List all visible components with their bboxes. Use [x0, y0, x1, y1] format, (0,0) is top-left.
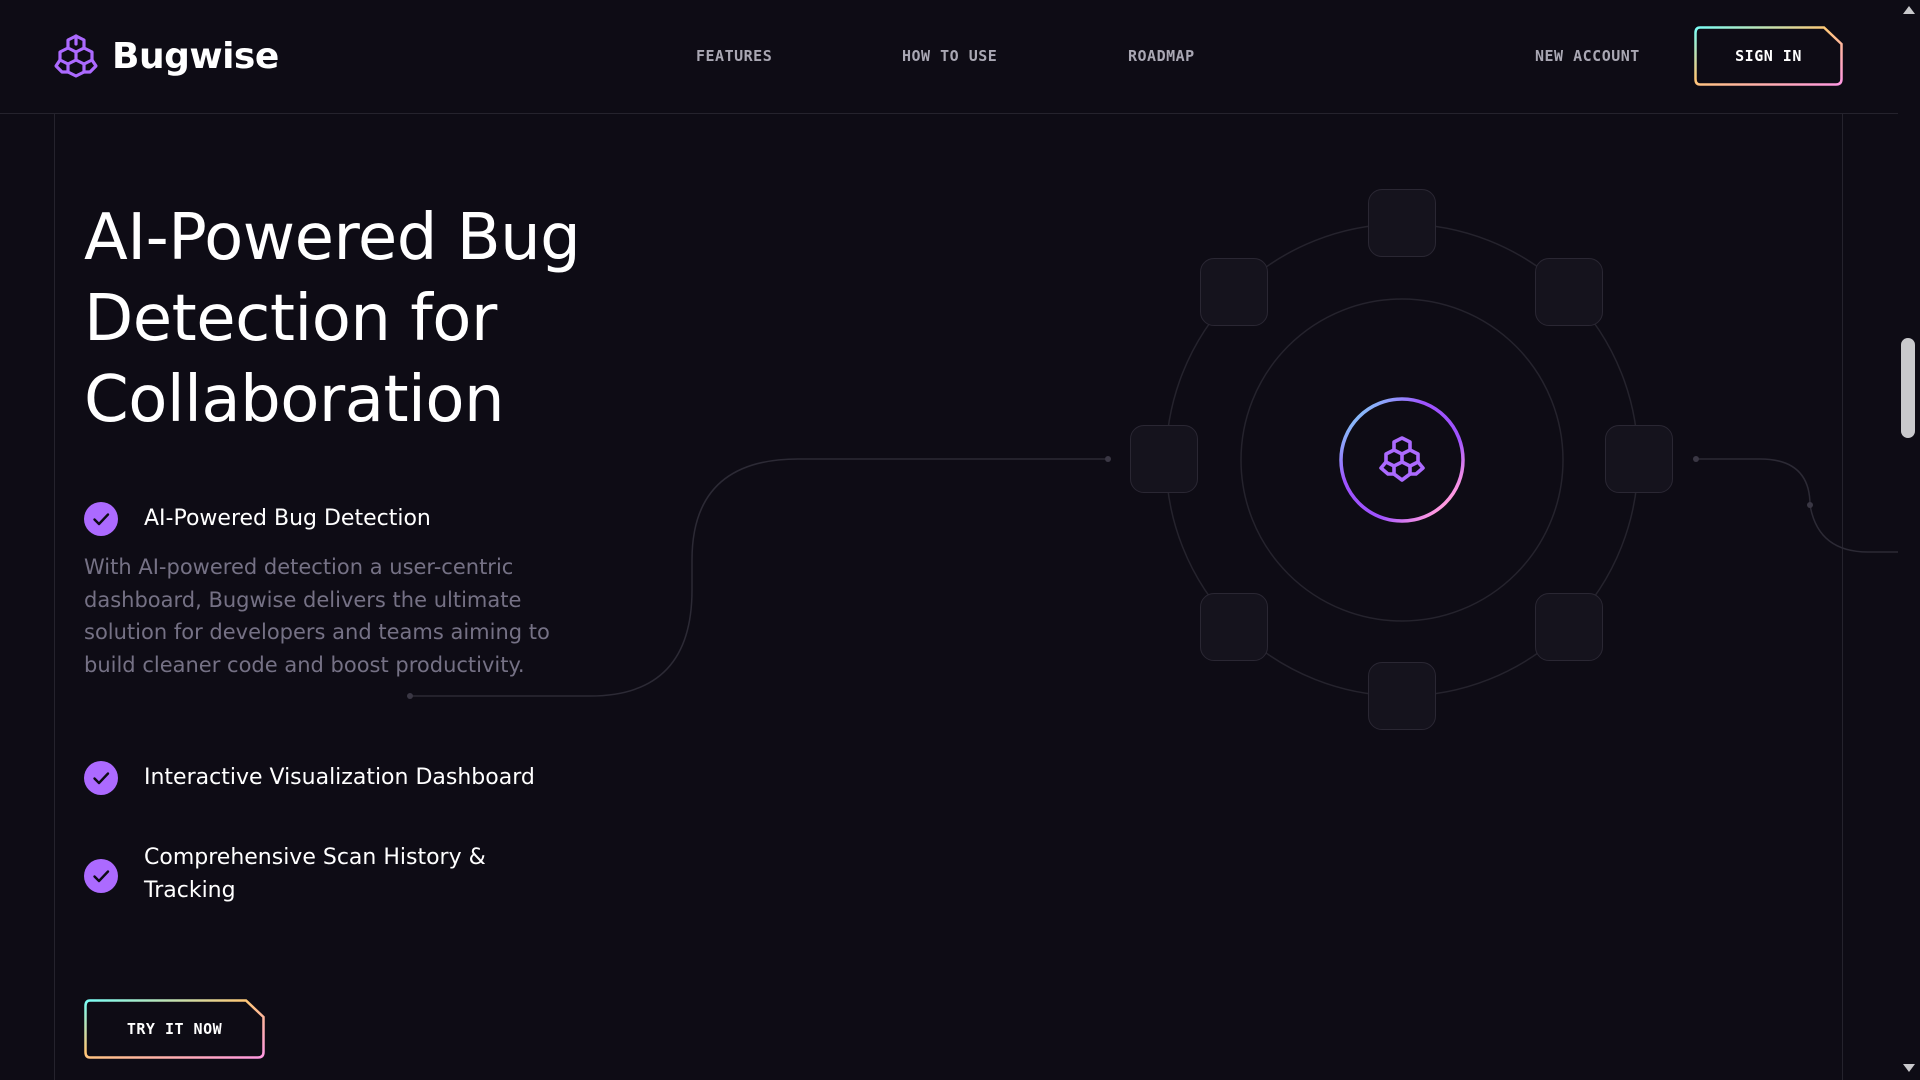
diagram-node-top	[1368, 189, 1436, 257]
diagram-node-right	[1605, 425, 1673, 493]
sign-in-button[interactable]: SIGN IN	[1694, 26, 1843, 86]
feature-label: Comprehensive Scan History & Tracking	[144, 845, 486, 903]
feature-item-dashboard: Interactive Visualization Dashboard	[84, 761, 564, 795]
page: Bugwise FEATURES HOW TO USE ROADMAP NEW …	[0, 0, 1920, 1080]
diagram-node-top-right	[1535, 258, 1603, 326]
sign-in-label: SIGN IN	[1735, 47, 1802, 65]
brand-logo-link[interactable]: Bugwise	[52, 32, 279, 80]
brand-name: Bugwise	[112, 35, 279, 77]
feature-label: Interactive Visualization Dashboard	[144, 765, 535, 790]
feature-label: AI-Powered Bug Detection	[144, 506, 431, 531]
diagram-node-left	[1130, 425, 1198, 493]
scroll-down-arrow-icon[interactable]	[1902, 1062, 1916, 1074]
frame-line-left	[54, 114, 55, 1080]
nav-features[interactable]: FEATURES	[696, 47, 772, 65]
new-account-link[interactable]: NEW ACCOUNT	[1535, 47, 1640, 65]
try-it-now-button[interactable]: TRY IT NOW	[84, 999, 265, 1059]
diagram-node-bottom-right	[1535, 593, 1603, 661]
integration-diagram	[407, 223, 1898, 699]
try-it-now-label: TRY IT NOW	[126, 1020, 223, 1038]
diagram-node-bottom	[1368, 662, 1436, 730]
scrollbar-thumb[interactable]	[1901, 338, 1915, 438]
diagram-node-bottom-left	[1200, 593, 1268, 661]
diagram-node-top-left	[1200, 258, 1268, 326]
center-logo-ring	[1339, 397, 1465, 523]
brain-icon	[54, 34, 98, 78]
check-icon	[84, 761, 118, 795]
check-icon	[84, 859, 118, 893]
scrollbar-track[interactable]	[1898, 0, 1920, 1080]
check-icon	[84, 502, 118, 536]
feature-item-bug-detection: AI-Powered Bug Detection	[84, 502, 564, 536]
nav-how-to-use[interactable]: HOW TO USE	[902, 47, 997, 65]
hero-title: AI-Powered Bug Detection for Collaborati…	[84, 201, 581, 437]
scroll-up-arrow-icon[interactable]	[1902, 4, 1916, 16]
frame-line-right	[1842, 114, 1843, 1080]
feature-description: With AI-powered detection a user-centric…	[84, 555, 550, 677]
feature-item-scan-history: Comprehensive Scan History & Tracking	[84, 841, 504, 907]
top-navigation: Bugwise FEATURES HOW TO USE ROADMAP NEW …	[0, 0, 1898, 114]
nav-roadmap[interactable]: ROADMAP	[1128, 47, 1195, 65]
